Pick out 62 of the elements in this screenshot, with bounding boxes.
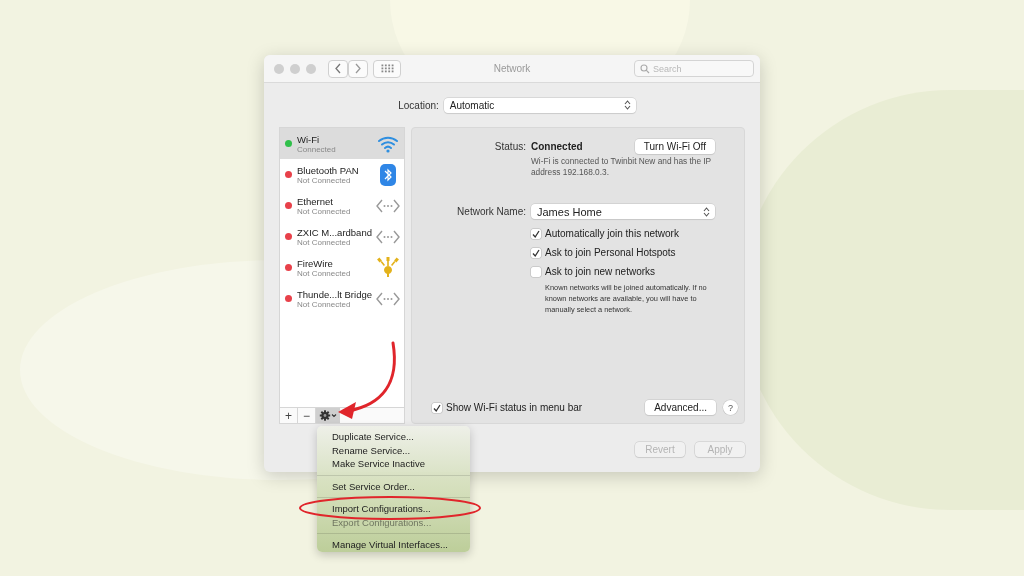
show-all-button[interactable] [373,59,401,78]
window-title: Network [492,63,532,74]
service-item[interactable]: Wi-Fi Connected [280,128,404,159]
service-status: Not Connected [297,206,352,216]
menu-item[interactable]: Manage Virtual Interfaces... [317,538,470,552]
service-name: FireWire [297,257,334,269]
checkbox-label: Ask to join new networks [545,266,656,277]
checkbox[interactable] [531,266,541,277]
turn-wifi-off-button[interactable]: Turn Wi-Fi Off [634,139,715,154]
checkbox-label: Ask to join Personal Hotspots [545,247,676,258]
search-field[interactable]: Search [634,60,754,77]
menu-item[interactable]: Set Service Order... [317,479,470,493]
chevron-right-icon [354,63,362,74]
network-name-dropdown[interactable]: James Home [531,204,715,219]
checkbox[interactable] [531,228,541,239]
checkmark-icon [531,247,541,258]
forward-button[interactable] [348,59,368,78]
service-status: Not Connected [297,299,351,309]
service-name: ZXIC M...ardband [297,226,373,238]
menu-item[interactable]: Duplicate Service... [317,430,470,444]
service-item[interactable]: Ethernet Not Connected [280,190,404,221]
service-item[interactable]: ZXIC M...ardband Not Connected [280,221,404,252]
wifi-icon [377,134,399,153]
status-label: Status: [493,140,527,154]
add-button[interactable]: + [280,408,298,423]
checkbox[interactable] [432,402,442,413]
location-label: Location: [398,99,439,111]
bluetooth-icon [380,163,396,186]
service-name: Wi-Fi [297,133,321,145]
status-description: Wi-Fi is connected to Twinbit New and has the IP address 192.168.0.3. [531,156,712,178]
checkmark-icon [432,402,442,413]
service-status: Not Connected [297,237,352,247]
menu-item[interactable]: Rename Service... [317,443,470,457]
advanced-button[interactable]: Advanced... [645,400,716,415]
service-name: Thunde...lt Bridge [297,288,373,300]
menu-item[interactable]: Make Service Inactive [317,457,470,471]
service-item[interactable]: Thunde...lt Bridge Not Connected [280,283,404,314]
location-dropdown[interactable]: Automatic [443,97,636,113]
updown-arrows-icon [703,206,710,217]
gear-icon [318,410,338,421]
firewire-icon [377,257,399,278]
service-item[interactable]: FireWire Not Connected [280,252,404,283]
chevron-left-icon [334,63,342,74]
updown-arrows-icon [623,100,631,110]
help-button[interactable]: ? [723,400,738,415]
action-menu-button[interactable] [316,408,340,423]
status-value: Connected [531,141,583,152]
checkbox-label: Show Wi-Fi status in menu bar [446,402,583,413]
checkbox-label: Automatically join this network [545,228,679,239]
service-item[interactable]: Bluetooth PAN Not Connected [280,159,404,190]
network-name-label: Network Name: [456,205,527,219]
search-icon [640,64,650,74]
checkbox[interactable] [531,247,541,258]
service-name: Ethernet [297,195,334,207]
menu-item[interactable]: Import Configurations... [317,502,470,516]
checkmark-icon [531,228,541,239]
service-status: Not Connected [297,268,352,278]
grid-icon [380,64,394,73]
back-button[interactable] [328,59,348,78]
service-status: Not Connected [297,175,352,185]
service-name: Bluetooth PAN [297,164,360,176]
service-status: Connected [297,144,337,154]
